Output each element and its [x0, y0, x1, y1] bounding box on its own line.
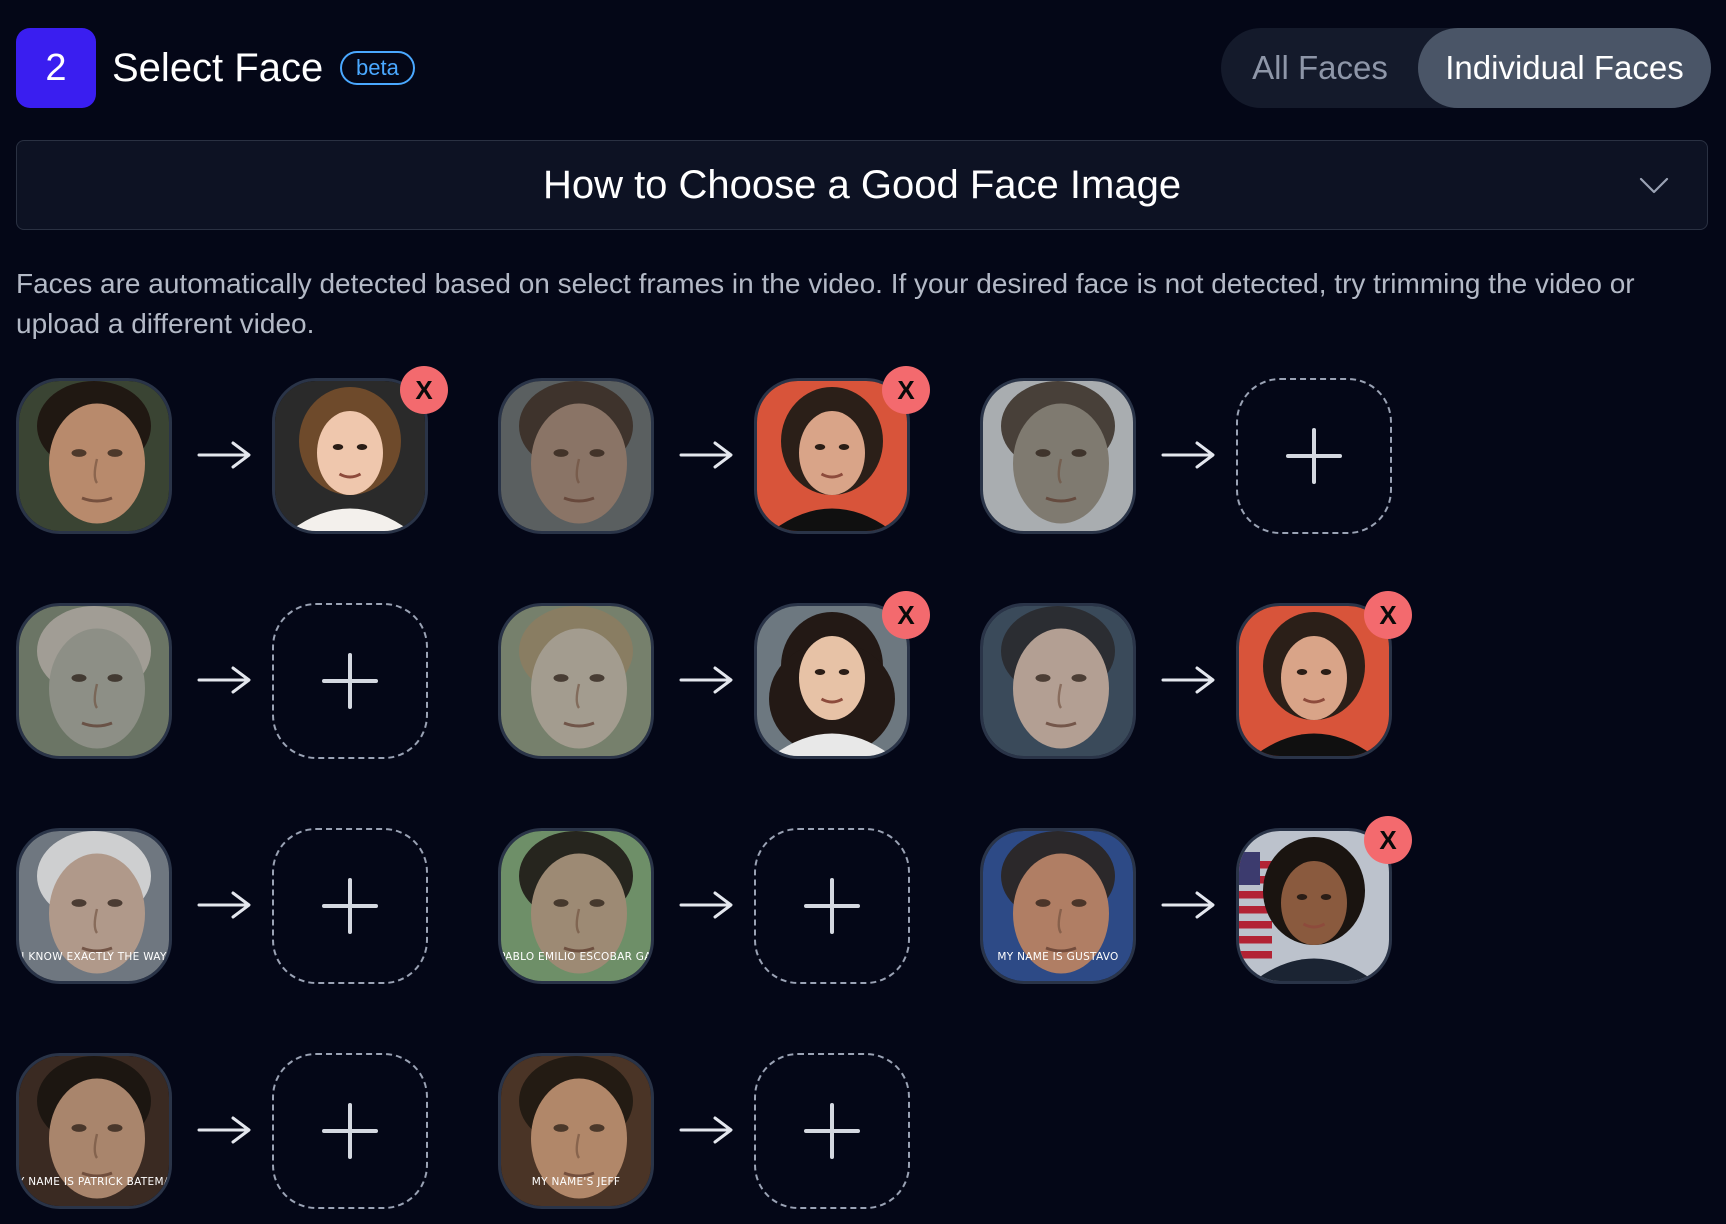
subtitle-caption: MY NAME IS GUSTAVO [997, 951, 1118, 963]
page-title: Select Face [112, 46, 324, 90]
face-pair: MY NAME IS PATRICK BATEMAN [16, 1053, 456, 1213]
face-row: XX [16, 591, 1716, 763]
plus-icon [804, 1103, 860, 1159]
beta-badge: beta [340, 51, 415, 85]
step-number: 2 [45, 46, 67, 89]
plus-icon [322, 878, 378, 934]
add-face-button[interactable] [272, 828, 428, 984]
individual-faces-toggle[interactable]: Individual Faces [1418, 28, 1711, 108]
subtitle-caption: MY NAME IS PATRICK BATEMAN [19, 1176, 169, 1188]
face-pair: X [980, 591, 1420, 763]
arrow-right-icon [679, 891, 733, 919]
add-face-button[interactable] [754, 1053, 910, 1209]
face-pair [16, 603, 456, 763]
detected-face-thumbnail [980, 603, 1136, 759]
face-pair [980, 378, 1420, 538]
remove-face-button[interactable]: X [882, 591, 930, 639]
face-row: XX [16, 366, 1716, 538]
arrow-right-icon [197, 441, 251, 469]
add-face-button[interactable] [272, 1053, 428, 1209]
arrow-right-icon [1161, 891, 1215, 919]
detected-face-thumbnail: MY NAME IS GUSTAVO [980, 828, 1136, 984]
detected-face-thumbnail: I AM PABLO EMILIO ESCOBAR GAVIRIA [498, 828, 654, 984]
arrow-right-icon [197, 666, 251, 694]
face-pair: X [498, 591, 938, 763]
detected-face-thumbnail: MY NAME'S JEFF [498, 1053, 654, 1209]
arrow-right-icon [197, 891, 251, 919]
subtitle-caption: I AM PABLO EMILIO ESCOBAR GAVIRIA [501, 951, 651, 963]
arrow-right-icon [1161, 441, 1215, 469]
detection-description: Faces are automatically detected based o… [16, 268, 1635, 339]
detected-face-thumbnail [16, 603, 172, 759]
face-pair: MY NAME IS GUSTAVO X [980, 816, 1420, 988]
subtitle-caption: I KNOW EXACTLY THE WAY [21, 951, 167, 963]
detected-face-thumbnail: MY NAME IS PATRICK BATEMAN [16, 1053, 172, 1209]
accordion-title: How to Choose a Good Face Image [542, 162, 1182, 207]
remove-face-button[interactable]: X [882, 366, 930, 414]
add-face-button[interactable] [754, 828, 910, 984]
face-pair: X [498, 366, 938, 538]
plus-icon [322, 653, 378, 709]
detected-face-thumbnail [980, 378, 1136, 534]
face-row: I KNOW EXACTLY THE WAY I AM PABLO EMILIO … [16, 816, 1716, 988]
plus-icon [804, 878, 860, 934]
arrow-right-icon [197, 1116, 251, 1144]
all-faces-toggle[interactable]: All Faces [1221, 28, 1419, 108]
step-number-badge: 2 [16, 28, 96, 108]
face-mode-toggle: All Faces Individual Faces [1221, 28, 1711, 108]
remove-face-button[interactable]: X [1364, 591, 1412, 639]
face-guide-accordion[interactable]: How to Choose a Good Face Image [16, 140, 1708, 230]
add-face-button[interactable] [272, 603, 428, 759]
chevron-down-icon [1639, 177, 1669, 194]
remove-face-button[interactable]: X [400, 366, 448, 414]
add-face-button[interactable] [1236, 378, 1392, 534]
detected-face-thumbnail: I KNOW EXACTLY THE WAY [16, 828, 172, 984]
face-pair: I AM PABLO EMILIO ESCOBAR GAVIRIA [498, 828, 938, 988]
face-pair: X [16, 366, 456, 538]
arrow-right-icon [679, 441, 733, 469]
remove-face-button[interactable]: X [1364, 816, 1412, 864]
subtitle-caption: MY NAME'S JEFF [532, 1176, 620, 1188]
face-row: MY NAME IS PATRICK BATEMAN MY NAME'S JEFF [16, 1053, 1716, 1213]
plus-icon [322, 1103, 378, 1159]
select-face-page: 2 Select Face beta All Faces Individual … [0, 0, 1726, 1224]
detected-face-thumbnail [16, 378, 172, 534]
detected-face-thumbnail [498, 603, 654, 759]
detected-face-thumbnail [498, 378, 654, 534]
arrow-right-icon [679, 1116, 733, 1144]
face-pair: I KNOW EXACTLY THE WAY [16, 828, 456, 988]
arrow-right-icon [1161, 666, 1215, 694]
face-pair: MY NAME'S JEFF [498, 1053, 938, 1213]
plus-icon [1286, 428, 1342, 484]
arrow-right-icon [679, 666, 733, 694]
